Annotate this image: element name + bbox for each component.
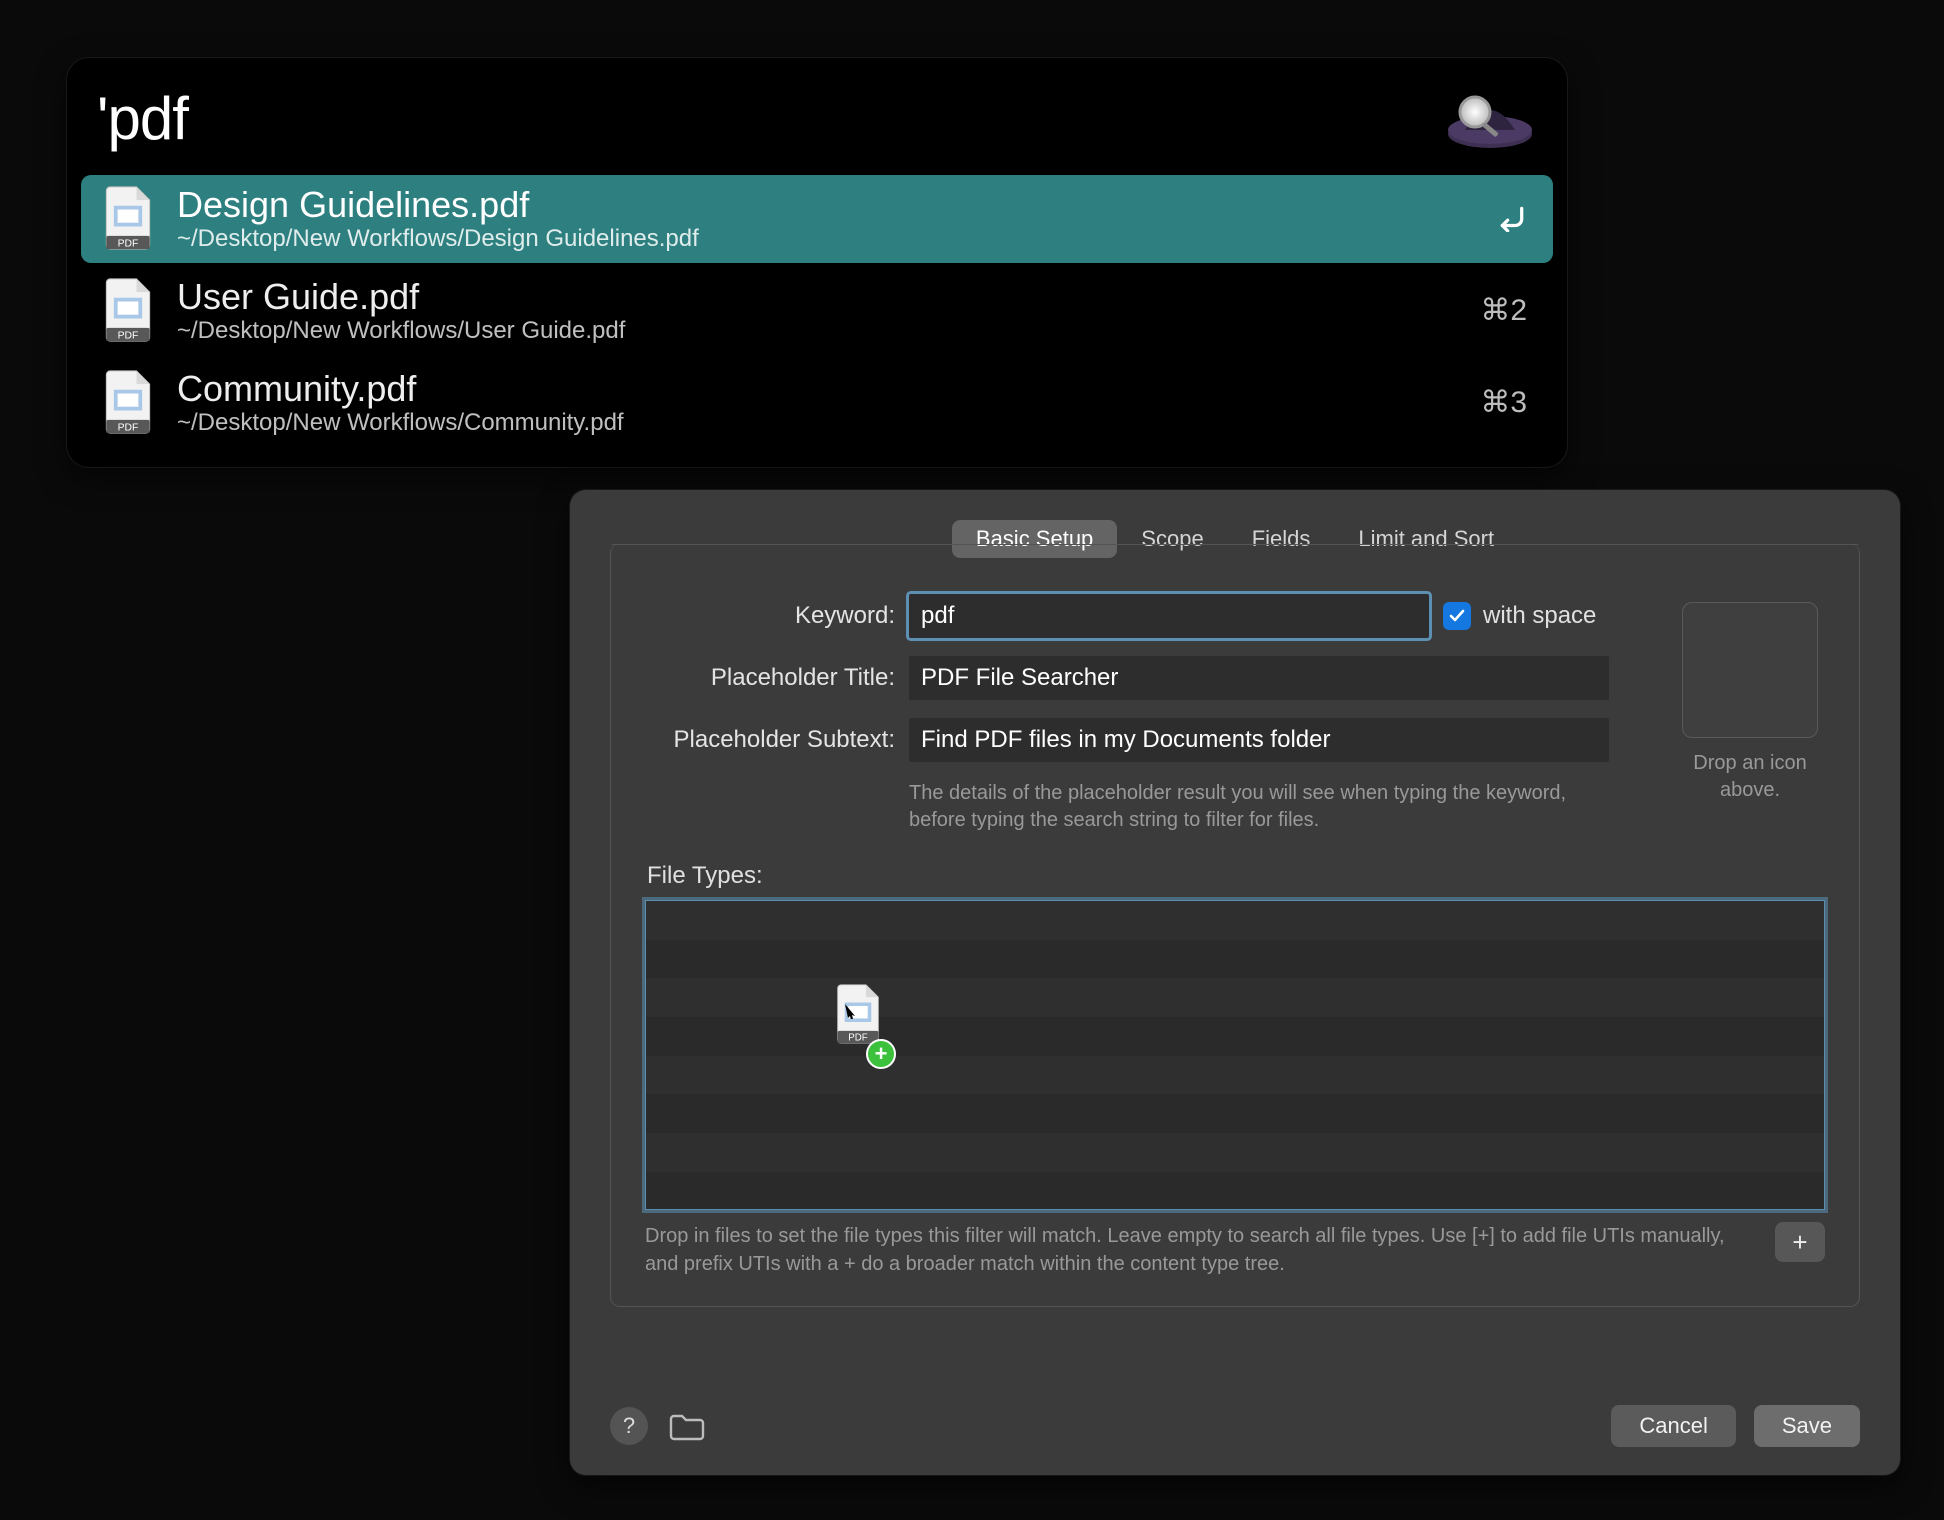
help-button[interactable]: ? — [610, 1407, 648, 1445]
reveal-folder-button[interactable] — [666, 1409, 708, 1443]
pdf-file-icon — [99, 367, 157, 437]
alfred-search-input[interactable] — [89, 72, 1435, 165]
with-space-checkbox[interactable]: with space — [1443, 602, 1596, 630]
icon-drop-hint: Drop an icon above. — [1675, 750, 1825, 804]
alfred-results-list: Design Guidelines.pdf~/Desktop/New Workf… — [67, 173, 1567, 453]
basic-setup-group: Drop an icon above. Keyword: with space … — [610, 544, 1860, 1307]
result-title: User Guide.pdf — [177, 276, 1460, 317]
workflow-icon-dropzone[interactable]: Drop an icon above. — [1675, 602, 1825, 804]
keyword-label: Keyword: — [645, 602, 895, 630]
keyword-input[interactable] — [909, 594, 1429, 638]
editor-footer: ? Cancel Save — [570, 1389, 1900, 1475]
placeholder-title-label: Placeholder Title: — [645, 664, 895, 692]
pdf-file-icon — [99, 275, 157, 345]
pdf-file-icon — [99, 183, 157, 253]
save-button[interactable]: Save — [1754, 1405, 1860, 1447]
result-subtitle: ~/Desktop/New Workflows/Community.pdf — [177, 409, 1460, 437]
placeholder-title-input[interactable] — [909, 656, 1609, 700]
icon-well[interactable] — [1682, 602, 1818, 738]
alfred-search-window: Design Guidelines.pdf~/Desktop/New Workf… — [67, 58, 1567, 467]
result-subtitle: ~/Desktop/New Workflows/Design Guideline… — [177, 225, 1477, 253]
result-shortcut: ⌘3 — [1480, 385, 1535, 420]
file-types-dropzone[interactable]: + — [645, 900, 1825, 1210]
placeholder-hint-text: The details of the placeholder result yo… — [909, 780, 1569, 834]
cancel-button[interactable]: Cancel — [1611, 1405, 1735, 1447]
folder-icon — [669, 1411, 705, 1441]
result-title: Community.pdf — [177, 368, 1460, 409]
placeholder-subtext-input[interactable] — [909, 718, 1609, 762]
add-file-type-button[interactable]: + — [1775, 1222, 1825, 1262]
file-filter-editor-window: Basic SetupScopeFieldsLimit and Sort Dro… — [570, 490, 1900, 1475]
alfred-search-row — [67, 58, 1567, 173]
result-subtitle: ~/Desktop/New Workflows/User Guide.pdf — [177, 317, 1460, 345]
file-types-hint-text: Drop in files to set the file types this… — [645, 1222, 1759, 1278]
return-icon — [1497, 204, 1527, 232]
result-row[interactable]: Design Guidelines.pdf~/Desktop/New Workf… — [81, 175, 1553, 263]
result-text: Community.pdf~/Desktop/New Workflows/Com… — [177, 368, 1460, 437]
result-row[interactable]: User Guide.pdf~/Desktop/New Workflows/Us… — [81, 267, 1553, 355]
checkmark-icon — [1443, 602, 1471, 630]
file-types-label: File Types: — [647, 862, 1825, 890]
with-space-label: with space — [1483, 602, 1596, 630]
result-text: Design Guidelines.pdf~/Desktop/New Workf… — [177, 184, 1477, 253]
result-row[interactable]: Community.pdf~/Desktop/New Workflows/Com… — [81, 359, 1553, 447]
result-shortcut: ⌘2 — [1480, 293, 1535, 328]
result-shortcut — [1497, 204, 1535, 232]
result-title: Design Guidelines.pdf — [177, 184, 1477, 225]
add-badge-icon: + — [866, 1039, 896, 1069]
dragged-file-icon — [834, 983, 882, 1045]
result-text: User Guide.pdf~/Desktop/New Workflows/Us… — [177, 276, 1460, 345]
editor-body: Basic SetupScopeFieldsLimit and Sort Dro… — [570, 490, 1900, 1389]
placeholder-subtext-label: Placeholder Subtext: — [645, 726, 895, 754]
alfred-logo-icon — [1435, 84, 1545, 154]
